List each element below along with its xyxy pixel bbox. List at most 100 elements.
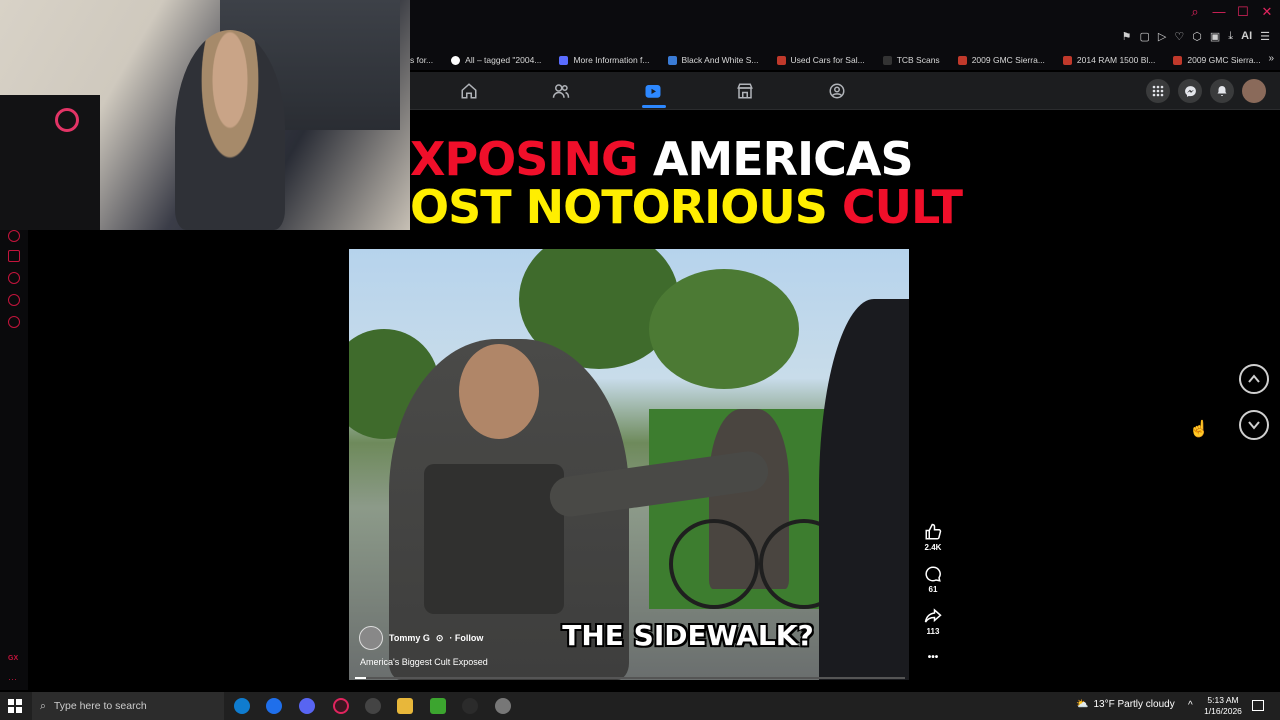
- pc-tower: [0, 95, 100, 230]
- apps-menu-icon[interactable]: [1146, 79, 1170, 103]
- play-icon[interactable]: ▷: [1158, 30, 1166, 43]
- tag-favicon-icon: [451, 55, 461, 65]
- download-icon[interactable]: ⤓: [1228, 30, 1233, 43]
- app-icon[interactable]: [266, 698, 282, 714]
- history-icon[interactable]: [8, 230, 20, 242]
- extensions-icon[interactable]: [8, 294, 20, 306]
- taskbar-search[interactable]: ⌕ Type here to search: [32, 692, 224, 720]
- like-count: 2.4K: [924, 543, 942, 552]
- bookmark-item[interactable]: Black And White S...: [667, 55, 759, 65]
- bookmark-label: Used Cars for Sal...: [790, 55, 865, 65]
- obs-icon[interactable]: [365, 698, 381, 714]
- clock[interactable]: 5:13 AM 1/16/2026: [1199, 695, 1247, 717]
- bookmark-item[interactable]: Used Cars for Sal...: [776, 55, 865, 65]
- ai-button[interactable]: AI: [1241, 30, 1252, 43]
- info-favicon-icon: [559, 55, 569, 65]
- notifications-icon[interactable]: [1252, 700, 1264, 711]
- gx-label[interactable]: GX: [8, 655, 18, 662]
- more-options-icon: •••: [927, 652, 939, 663]
- video-icon[interactable]: [644, 82, 662, 100]
- video-player[interactable]: THE SIDEWALK? Tommy G ⊙ · Follow America…: [349, 249, 909, 680]
- more-options-button[interactable]: •••: [918, 652, 948, 663]
- pc-fan-light: [55, 108, 79, 132]
- bookmarks-bar: s for... All – tagged "2004... More Info…: [410, 50, 1280, 70]
- marketplace-icon[interactable]: [736, 82, 754, 100]
- list-icon[interactable]: [8, 250, 20, 262]
- officer-vest: [424, 464, 564, 614]
- weather-widget[interactable]: ⛅ 13°F Partly cloudy: [1076, 699, 1175, 710]
- notifications-bell-icon[interactable]: [1210, 79, 1234, 103]
- home-icon[interactable]: [460, 82, 478, 100]
- groups-icon[interactable]: [828, 82, 846, 100]
- video-title-line1: XPOSING AMERICAS: [410, 132, 914, 186]
- bookmark-item[interactable]: All – tagged "2004...: [451, 55, 541, 65]
- chevron-up-icon[interactable]: ^: [1188, 700, 1193, 711]
- opera-gx-icon[interactable]: [333, 698, 349, 714]
- snapshot-icon[interactable]: ▢: [1139, 30, 1149, 43]
- extensions-icon[interactable]: ⬡: [1192, 30, 1202, 43]
- app-icon[interactable]: [495, 698, 511, 714]
- clock-icon[interactable]: [8, 272, 20, 284]
- follow-button[interactable]: · Follow: [449, 633, 483, 643]
- bookmark-item[interactable]: 2014 RAM 1500 Bl...: [1062, 55, 1155, 65]
- author-name[interactable]: Tommy G: [389, 633, 430, 643]
- messenger-icon[interactable]: [1178, 79, 1202, 103]
- bookmark-label: s for...: [410, 55, 434, 65]
- next-video-button[interactable]: [1239, 410, 1269, 440]
- car-favicon-icon: [1173, 55, 1183, 65]
- more-icon[interactable]: ···: [8, 674, 17, 684]
- bookmark-item[interactable]: s for...: [410, 55, 433, 65]
- bookmark-label: All – tagged "2004...: [465, 55, 542, 65]
- browser-sidebar: GX ···: [0, 230, 28, 690]
- bookmark-label: 2009 GMC Sierra...: [1187, 55, 1261, 65]
- bookmark-label: 2009 GMC Sierra...: [971, 55, 1045, 65]
- date: 1/16/2026: [1204, 706, 1242, 716]
- author-row: Tommy G ⊙ · Follow: [359, 626, 483, 650]
- title-word: XPOSING: [410, 132, 653, 186]
- webcam-overlay: [0, 0, 410, 230]
- comment-button[interactable]: 61: [918, 565, 948, 594]
- minimize-icon[interactable]: —: [1212, 4, 1226, 20]
- close-icon[interactable]: ✕: [1260, 4, 1274, 20]
- car-favicon-icon: [1062, 55, 1072, 65]
- steam-icon[interactable]: [462, 698, 478, 714]
- bookmark-item[interactable]: 2009 GMC Sierra...: [957, 55, 1045, 65]
- bookmark-icon[interactable]: ⚑: [1122, 30, 1132, 43]
- share-button[interactable]: 113: [918, 607, 948, 636]
- site-favicon-icon: [667, 55, 677, 65]
- minecraft-icon[interactable]: [430, 698, 446, 714]
- menu-icon[interactable]: ☰: [1260, 30, 1270, 43]
- bookmark-item[interactable]: More Information f...: [559, 55, 650, 65]
- windows-start-icon[interactable]: [8, 699, 22, 713]
- search-icon: ⌕: [40, 699, 46, 712]
- bookmark-label: Black And White S...: [681, 55, 759, 65]
- streamer: [175, 30, 285, 230]
- video-description: America's Biggest Cult Exposed: [360, 657, 488, 667]
- car-favicon-icon: [776, 55, 786, 65]
- car-favicon-icon: [957, 55, 967, 65]
- search-icon[interactable]: ⌕: [1188, 4, 1202, 20]
- title-word: OST NOTORIOUS: [410, 180, 842, 234]
- discord-icon[interactable]: [299, 698, 315, 714]
- author-avatar[interactable]: [359, 626, 383, 650]
- settings-icon[interactable]: [8, 316, 20, 328]
- like-button[interactable]: 2.4K: [918, 523, 948, 552]
- edge-icon[interactable]: [234, 698, 250, 714]
- previous-video-button[interactable]: [1239, 364, 1269, 394]
- partly-cloudy-icon: ⛅: [1076, 699, 1089, 710]
- chevron-right-icon[interactable]: »: [1268, 53, 1274, 64]
- verified-icon: ⊙: [435, 632, 444, 643]
- officer-head: [459, 344, 539, 439]
- heart-icon[interactable]: ♡: [1174, 30, 1184, 43]
- friends-icon[interactable]: [552, 82, 570, 100]
- comment-icon: [925, 566, 941, 582]
- wallet-icon[interactable]: ▣: [1210, 30, 1220, 43]
- profile-avatar[interactable]: [1242, 79, 1266, 103]
- file-explorer-icon[interactable]: [397, 698, 413, 714]
- maximize-icon[interactable]: ☐: [1236, 4, 1250, 20]
- search-placeholder: Type here to search: [53, 700, 147, 712]
- progress-bar[interactable]: [355, 677, 905, 679]
- bookmark-item[interactable]: TCB Scans: [882, 55, 940, 65]
- hand-cursor-icon: ☝: [1189, 421, 1209, 438]
- bookmark-item[interactable]: 2009 GMC Sierra...: [1173, 55, 1261, 65]
